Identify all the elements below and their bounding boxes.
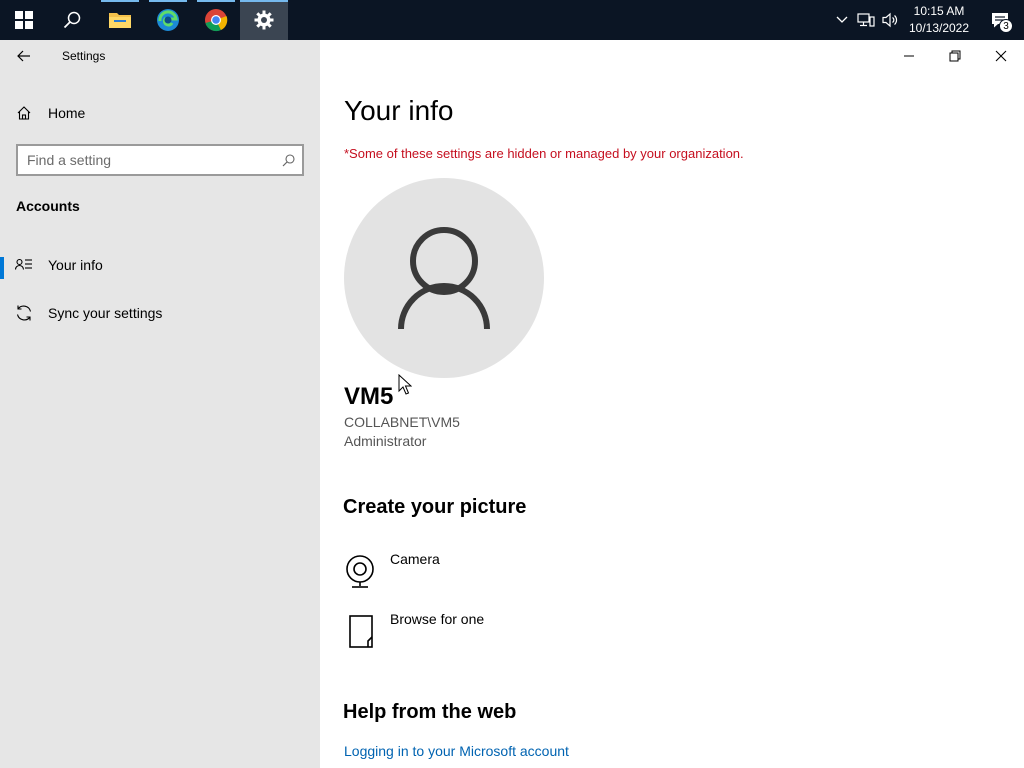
sidebar-item-home[interactable]: Home — [0, 97, 320, 129]
browse-option[interactable]: Browse for one — [344, 611, 564, 651]
clock-date: 10/13/2022 — [908, 21, 970, 35]
user-display-name: VM5 — [344, 383, 394, 410]
search-box — [16, 144, 304, 176]
minimize-icon — [904, 55, 914, 57]
avatar — [344, 178, 544, 378]
search-input[interactable] — [18, 146, 274, 174]
sidebar-section-header: Accounts — [16, 198, 80, 214]
system-tray: 10:15 AM 10/13/2022 3 — [830, 0, 1024, 40]
back-button[interactable] — [0, 40, 48, 72]
close-icon — [995, 50, 1007, 62]
document-icon — [349, 615, 373, 648]
restore-icon — [949, 50, 961, 62]
volume-icon — [882, 12, 898, 28]
webcam-icon — [346, 555, 374, 588]
network-icon — [857, 13, 875, 27]
sync-icon — [16, 305, 32, 321]
action-center-button[interactable]: 3 — [976, 0, 1024, 40]
user-placeholder-icon — [398, 227, 490, 330]
search-icon — [63, 11, 81, 29]
create-picture-heading: Create your picture — [343, 496, 527, 518]
chevron-down-icon — [836, 16, 848, 23]
taskbar-chrome[interactable] — [192, 0, 240, 40]
window-title: Settings — [62, 49, 106, 63]
network-button[interactable] — [854, 0, 878, 40]
taskbar-settings[interactable] — [240, 0, 288, 40]
managed-warning: *Some of these settings are hidden or ma… — [344, 146, 744, 161]
window-controls — [886, 40, 1024, 72]
file-explorer-icon — [109, 13, 131, 28]
sidebar-item-your-info[interactable]: Your info — [0, 245, 320, 285]
help-heading: Help from the web — [343, 701, 517, 723]
windows-logo-icon — [15, 11, 33, 29]
taskbar: 10:15 AM 10/13/2022 3 — [0, 0, 1024, 40]
sidebar-item-label: Sync your settings — [48, 305, 163, 321]
sidebar-item-label: Your info — [48, 257, 103, 273]
back-arrow-icon — [17, 50, 30, 62]
browse-label: Browse for one — [390, 611, 485, 627]
show-hidden-icons-button[interactable] — [830, 0, 854, 40]
page-title: Your info — [344, 95, 454, 126]
taskbar-edge[interactable] — [144, 0, 192, 40]
close-button[interactable] — [978, 40, 1024, 72]
settings-sidebar: Settings Home Accounts — [0, 40, 320, 768]
home-icon — [17, 106, 31, 120]
camera-option[interactable]: Camera — [344, 551, 564, 591]
taskbar-file-explorer[interactable] — [96, 0, 144, 40]
camera-label: Camera — [390, 551, 440, 567]
taskbar-search-button[interactable] — [48, 0, 96, 40]
notification-count-badge: 3 — [999, 19, 1013, 33]
chrome-icon — [205, 9, 228, 32]
settings-content: Your info *Some of these settings are hi… — [320, 40, 1024, 768]
microsoft-account-help-link[interactable]: Logging in to your Microsoft account — [344, 743, 569, 759]
mouse-cursor-icon — [398, 374, 412, 395]
restore-button[interactable] — [932, 40, 978, 72]
user-account: COLLABNET\VM5 — [344, 414, 460, 430]
search-icon[interactable] — [282, 153, 295, 167]
clock-time: 10:15 AM — [913, 4, 965, 18]
edge-icon — [157, 9, 179, 31]
volume-button[interactable] — [878, 0, 902, 40]
sidebar-item-sync-settings[interactable]: Sync your settings — [0, 293, 320, 333]
user-role: Administrator — [344, 433, 427, 449]
settings-icon — [254, 10, 274, 30]
sidebar-item-label: Home — [48, 105, 86, 121]
contact-info-icon — [15, 258, 32, 270]
start-button[interactable] — [0, 0, 48, 40]
minimize-button[interactable] — [886, 40, 932, 72]
taskbar-clock[interactable]: 10:15 AM 10/13/2022 — [902, 3, 976, 37]
